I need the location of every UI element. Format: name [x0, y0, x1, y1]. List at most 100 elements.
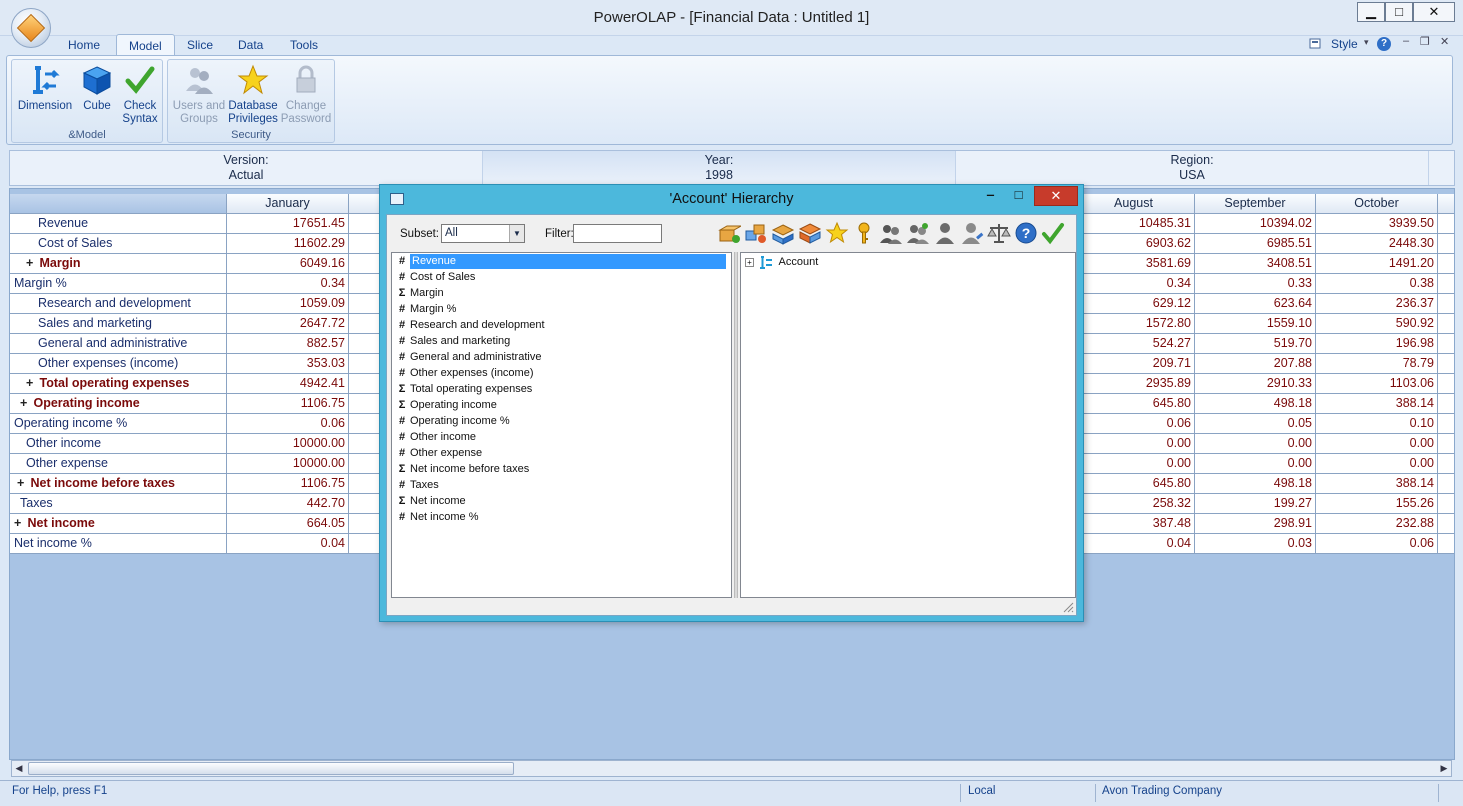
close-button[interactable]: ✕	[1413, 2, 1455, 22]
table-cell[interactable]: 196.98	[1316, 334, 1438, 354]
mdi-restore-button[interactable]: ❐	[1420, 35, 1430, 48]
table-cell[interactable]: 6049.16	[227, 254, 349, 274]
table-cell[interactable]: 498.18	[1195, 474, 1316, 494]
table-cell[interactable]: 0.04	[1073, 534, 1195, 554]
table-cell[interactable]	[1438, 374, 1454, 394]
table-cell[interactable]	[1438, 234, 1454, 254]
table-cell[interactable]: 0.00	[1073, 454, 1195, 474]
table-cell[interactable]	[1438, 454, 1454, 474]
table-cell[interactable]: 6903.62	[1073, 234, 1195, 254]
list-item[interactable]: Σ Net income before taxes	[394, 462, 730, 478]
table-cell[interactable]: 2910.33	[1195, 374, 1316, 394]
tree-node-account[interactable]: + Account	[745, 255, 818, 271]
row-header[interactable]: Research and development	[10, 294, 227, 314]
check-icon[interactable]	[1041, 221, 1065, 245]
list-item[interactable]: # General and administrative	[394, 350, 730, 366]
table-cell[interactable]: 10000.00	[227, 434, 349, 454]
table-cell[interactable]: 0.10	[1316, 414, 1438, 434]
list-item[interactable]: # Margin %	[394, 302, 730, 318]
tab-tools[interactable]: Tools	[278, 34, 330, 56]
filter-input[interactable]	[573, 224, 662, 243]
tab-slice[interactable]: Slice	[175, 34, 225, 56]
row-header[interactable]: Revenue	[10, 214, 227, 234]
row-header[interactable]: Sales and marketing	[10, 314, 227, 334]
row-header[interactable]: Operating income %	[10, 414, 227, 434]
mdi-close-button[interactable]: ✕	[1440, 35, 1449, 48]
table-cell[interactable]: 1059.09	[227, 294, 349, 314]
add-member-icon[interactable]	[717, 221, 741, 245]
tab-data[interactable]: Data	[226, 34, 275, 56]
list-item[interactable]: Σ Margin	[394, 286, 730, 302]
table-cell[interactable]: 78.79	[1316, 354, 1438, 374]
table-cell[interactable]: 0.33	[1195, 274, 1316, 294]
expand-icon[interactable]: +	[26, 374, 36, 393]
dialog-minimize-button[interactable]: ‒	[977, 186, 1004, 206]
table-cell[interactable]: 0.00	[1316, 454, 1438, 474]
key-icon[interactable]	[852, 221, 876, 245]
table-cell[interactable]: 1106.75	[227, 474, 349, 494]
table-cell[interactable]: 1106.75	[227, 394, 349, 414]
list-item[interactable]: Σ Net income	[394, 494, 730, 510]
list-item[interactable]: # Net income %	[394, 510, 730, 526]
table-cell[interactable]: 1572.80	[1073, 314, 1195, 334]
table-cell[interactable]: 2935.89	[1073, 374, 1195, 394]
table-cell[interactable]: 2647.72	[227, 314, 349, 334]
table-cell[interactable]: 664.05	[227, 514, 349, 534]
application-menu-button[interactable]	[11, 8, 51, 48]
tab-home[interactable]: Home	[56, 34, 112, 56]
row-header[interactable]: General and administrative	[10, 334, 227, 354]
row-header[interactable]: Cost of Sales	[10, 234, 227, 254]
dialog-close-button[interactable]: ✕	[1034, 186, 1078, 206]
table-cell[interactable]: 623.64	[1195, 294, 1316, 314]
table-cell[interactable]: 1103.06	[1316, 374, 1438, 394]
list-item[interactable]: # Cost of Sales	[394, 270, 730, 286]
row-header[interactable]: Other expense	[10, 454, 227, 474]
table-cell[interactable]: 298.91	[1195, 514, 1316, 534]
table-cell[interactable]: 629.12	[1073, 294, 1195, 314]
balance-icon[interactable]	[987, 221, 1011, 245]
change-password-button[interactable]: Change Password	[280, 64, 332, 126]
table-cell[interactable]: 0.06	[1073, 414, 1195, 434]
table-cell[interactable]: 882.57	[227, 334, 349, 354]
table-cell[interactable]: 388.14	[1316, 474, 1438, 494]
add-multiple-icon[interactable]	[744, 221, 768, 245]
row-header[interactable]: Other income	[10, 434, 227, 454]
hierarchy-tree[interactable]: + Account	[740, 252, 1076, 598]
style-menu[interactable]: Style	[1331, 37, 1358, 51]
cube-button[interactable]: Cube	[80, 64, 114, 113]
subset-select[interactable]: All ▼	[441, 224, 525, 243]
column-header-january[interactable]: January	[227, 194, 349, 214]
chevron-down-icon[interactable]: ▼	[509, 225, 524, 242]
list-item[interactable]: # Other expenses (income)	[394, 366, 730, 382]
column-header-october[interactable]: October	[1316, 194, 1438, 214]
maximize-button[interactable]: □	[1385, 2, 1413, 22]
table-cell[interactable]: 207.88	[1195, 354, 1316, 374]
table-cell[interactable]: 3581.69	[1073, 254, 1195, 274]
user-icon[interactable]	[933, 221, 957, 245]
member-list[interactable]: # Revenue # Cost of Sales Σ Margin # Margin % # R…	[391, 252, 732, 598]
add-child-icon[interactable]	[771, 221, 795, 245]
expand-icon[interactable]: +	[17, 474, 27, 493]
table-cell[interactable]	[1438, 434, 1454, 454]
table-cell[interactable]: 4942.41	[227, 374, 349, 394]
list-item[interactable]: # Sales and marketing	[394, 334, 730, 350]
table-cell[interactable]: 353.03	[227, 354, 349, 374]
table-cell[interactable]: 0.00	[1195, 434, 1316, 454]
row-header[interactable]: + Net income	[10, 514, 227, 534]
table-cell[interactable]	[1438, 414, 1454, 434]
table-cell[interactable]: 0.34	[227, 274, 349, 294]
table-cell[interactable]: 645.80	[1073, 474, 1195, 494]
table-cell[interactable]	[1438, 534, 1454, 554]
add-sibling-icon[interactable]	[798, 221, 822, 245]
row-header[interactable]: Taxes	[10, 494, 227, 514]
table-cell[interactable]: 10485.31	[1073, 214, 1195, 234]
table-cell[interactable]: 3939.50	[1316, 214, 1438, 234]
table-cell[interactable]: 2448.30	[1316, 234, 1438, 254]
pane-splitter[interactable]	[734, 252, 738, 598]
filter-year[interactable]: Year: 1998	[483, 151, 956, 185]
table-cell[interactable]: 0.06	[1316, 534, 1438, 554]
table-cell[interactable]: 10000.00	[227, 454, 349, 474]
table-cell[interactable]	[1438, 514, 1454, 534]
table-cell[interactable]: 17651.45	[227, 214, 349, 234]
table-cell[interactable]	[1438, 254, 1454, 274]
